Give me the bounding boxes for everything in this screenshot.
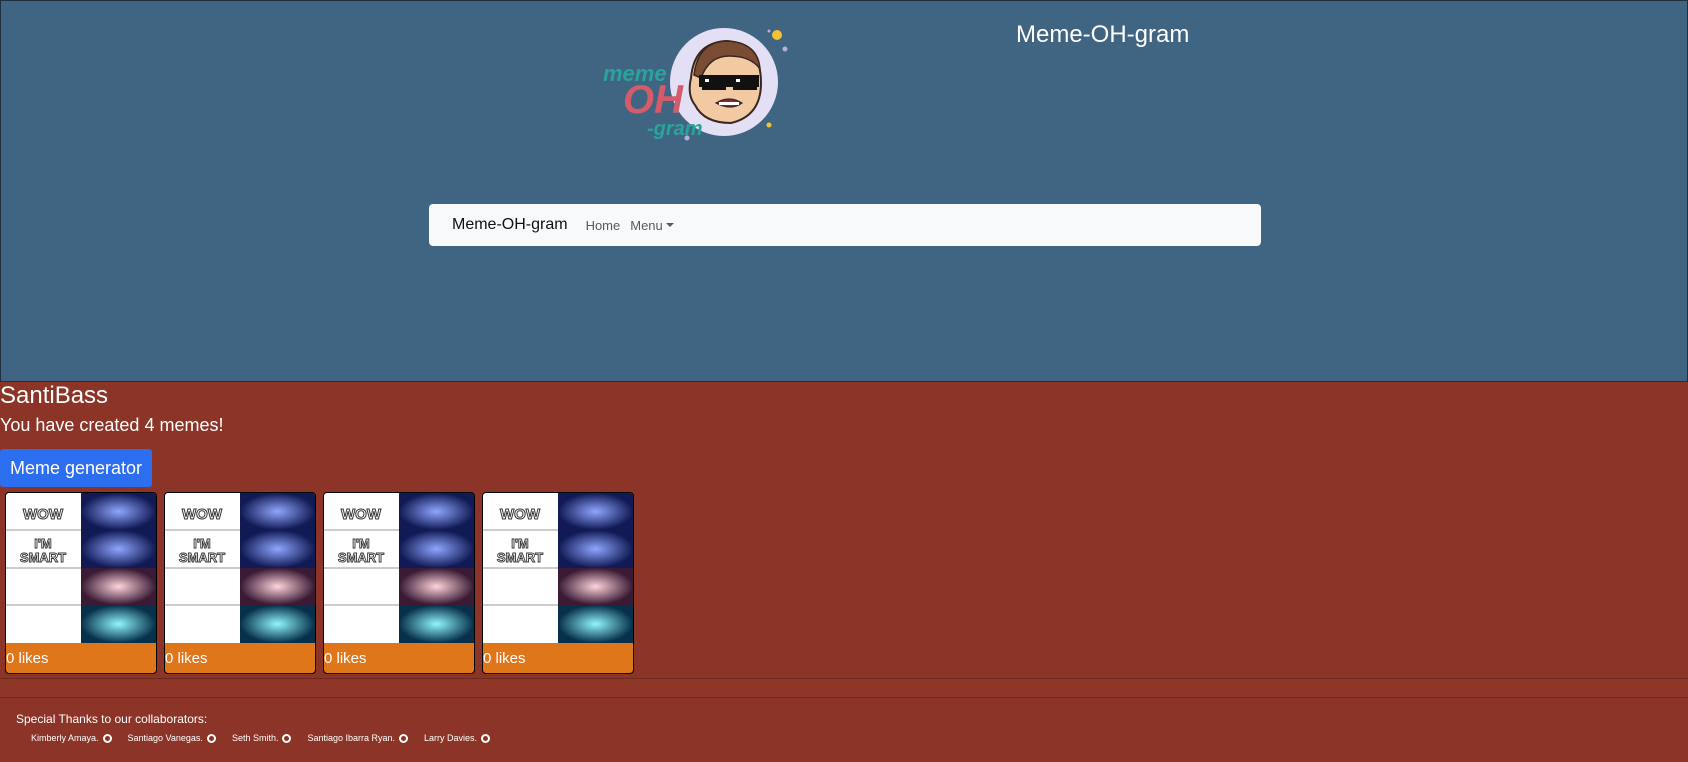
collaborator-link[interactable]: Kimberly Amaya. [31,733,112,743]
meme-top-text: WOW [182,506,223,523]
meme-image: WOW I'MSMART [324,493,474,643]
collaborator-name: Seth Smith. [231,733,279,743]
meme-bottom-text-1: I'M [34,536,52,551]
nav-menu-dropdown[interactable]: Menu [630,218,674,233]
site-header: meme OH -gram Meme-OH-gram Meme-OH-gram … [0,0,1688,382]
svg-text:-gram: -gram [647,118,703,140]
meme-card[interactable]: WOW I'M SMART 0 likes [164,492,316,674]
meme-count-text: You have created 4 memes! [0,415,224,435]
meme-card[interactable]: WOW I'M SMART 0 likes [323,492,475,674]
github-icon [206,733,216,743]
meme-top-text: WOW [341,506,382,523]
meme-image: WOW I'MSMART [483,493,633,643]
meme-image: WOW I'MSMART [6,493,156,643]
collaborator-link[interactable]: Larry Davies. [424,733,491,743]
meme-oh-gram-logo: meme OH -gram [603,28,788,141]
collaborator-name: Kimberly Amaya. [31,733,99,743]
github-icon [102,733,112,743]
meme-top-text: WOW [500,506,541,523]
meme-bottom-text-1: I'M [193,536,211,551]
collaborator-link[interactable]: Santiago Ibarra Ryan. [307,733,409,743]
meme-bottom-text-2: SMART [179,550,225,565]
collaborator-list: Kimberly Amaya. Santiago Vanegas. Seth S… [31,733,491,743]
meme-bottom-text-1: I'M [511,536,529,551]
username: SantiBass [0,382,109,409]
nav-menu-label: Menu [630,217,663,233]
likes-count: 0 likes [165,650,208,667]
meme-card[interactable]: WOW I'M SMART 0 likes [482,492,634,674]
nav-home-link[interactable]: Home [586,218,621,233]
github-icon [282,733,292,743]
likes-count: 0 likes [324,650,367,667]
meme-card[interactable]: WOW I'M SMART 0 likes [5,492,157,674]
collaborator-name: Larry Davies. [424,733,478,743]
meme-bottom-text-2: SMART [497,550,543,565]
meme-bottom-text-2: SMART [20,550,66,565]
likes-count: 0 likes [483,650,526,667]
likes-count: 0 likes [6,650,49,667]
caret-down-icon [665,223,674,227]
collaborator-link[interactable]: Seth Smith. [232,733,292,743]
github-icon [481,733,491,743]
meme-bottom-text-1: I'M [352,536,370,551]
svg-text:OH: OH [623,78,684,122]
meme-image: WOW I'MSMART [165,493,315,643]
meme-generator-button[interactable]: Meme generator [0,449,152,487]
collaborator-name: Santiago Vanegas. [127,733,203,743]
footer-thanks: Special Thanks to our collaborators: [16,712,208,726]
github-icon [399,733,409,743]
collaborator-name: Santiago Ibarra Ryan. [307,733,396,743]
navbar-brand[interactable]: Meme-OH-gram [452,216,568,234]
meme-top-text: WOW [23,506,64,523]
navbar: Meme-OH-gram Home Menu [429,204,1261,246]
section-divider [0,678,1688,698]
meme-bottom-text-2: SMART [338,550,384,565]
site-title: Meme-OH-gram [1016,21,1190,48]
collaborator-link[interactable]: Santiago Vanegas. [128,733,216,743]
nav-home-label: Home [585,217,621,233]
